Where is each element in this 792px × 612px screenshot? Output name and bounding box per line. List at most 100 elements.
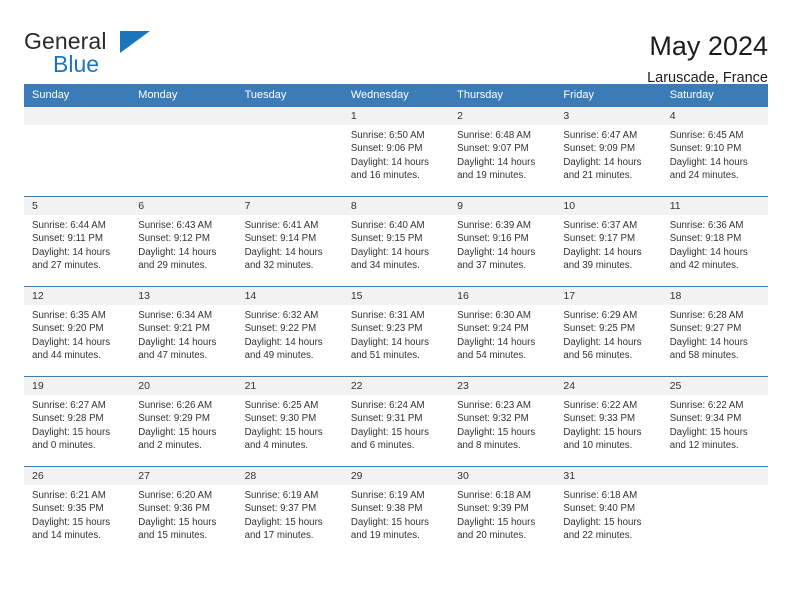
calendar-day-cell-empty	[236, 106, 343, 197]
day-number: 12	[24, 287, 131, 305]
day-details: Sunrise: 6:30 AM Sunset: 9:24 PM Daylight:…	[449, 305, 555, 363]
day-detail-daylight2: and 39 minutes.	[563, 260, 633, 272]
calendar-day-cell[interactable]: 12 Sunrise: 6:35 AM Sunset: 9:20 PM Dayligh…	[24, 286, 131, 377]
day-detail-sunrise: Sunrise: 6:30 AM	[457, 310, 531, 321]
day-detail-sunrise: Sunrise: 6:26 AM	[138, 400, 213, 411]
day-detail-sunset: Sunset: 9:07 PM	[457, 143, 529, 155]
day-details: Sunrise: 6:41 AM Sunset: 9:14 PM Daylight:…	[237, 215, 343, 273]
calendar-day-cell-empty	[661, 466, 768, 557]
day-detail-daylight1: Daylight: 15 hours	[244, 426, 323, 438]
day-number: 8	[342, 197, 450, 215]
day-detail-daylight2: and 47 minutes.	[138, 350, 208, 362]
calendar-day-cell[interactable]: 3 Sunrise: 6:47 AM Sunset: 9:09 PM Daylight…	[555, 106, 662, 197]
day-details: Sunrise: 6:22 AM Sunset: 9:33 PM Daylight:…	[555, 395, 661, 453]
calendar-day-cell[interactable]: 9 Sunrise: 6:39 AM Sunset: 9:16 PM Daylight…	[449, 196, 556, 287]
calendar-week-row: 5 Sunrise: 6:44 AM Sunset: 9:11 PM Daylight…	[24, 196, 768, 287]
day-detail-daylight2: and 15 minutes.	[138, 530, 208, 542]
day-number: 19	[24, 377, 131, 395]
calendar-day-cell[interactable]: 20 Sunrise: 6:26 AM Sunset: 9:29 PM Dayligh…	[130, 376, 237, 467]
day-number: 7	[236, 197, 343, 215]
day-detail-sunrise: Sunrise: 6:50 AM	[350, 130, 425, 141]
calendar-day-cell[interactable]: 22 Sunrise: 6:24 AM Sunset: 9:31 PM Dayligh…	[342, 376, 450, 467]
day-detail-sunrise: Sunrise: 6:39 AM	[457, 220, 531, 231]
calendar-day-cell[interactable]: 15 Sunrise: 6:31 AM Sunset: 9:23 PM Dayligh…	[342, 286, 450, 377]
day-number	[130, 107, 237, 125]
day-detail-daylight1: Daylight: 14 hours	[350, 156, 429, 168]
day-number: 26	[24, 467, 131, 485]
day-detail-daylight2: and 56 minutes.	[563, 350, 633, 362]
day-detail-daylight1: Daylight: 14 hours	[563, 336, 642, 348]
day-detail-sunrise: Sunrise: 6:36 AM	[669, 220, 744, 231]
triangle-flag-icon	[120, 31, 150, 53]
day-detail-sunset: Sunset: 9:06 PM	[350, 143, 423, 155]
calendar-day-cell[interactable]: 21 Sunrise: 6:25 AM Sunset: 9:30 PM Dayligh…	[236, 376, 343, 467]
day-detail-daylight2: and 2 minutes.	[138, 440, 202, 452]
day-detail-daylight2: and 20 minutes.	[457, 530, 527, 542]
day-detail-sunset: Sunset: 9:27 PM	[669, 323, 742, 335]
day-detail-daylight1: Daylight: 15 hours	[138, 516, 217, 528]
day-detail-sunset: Sunset: 9:24 PM	[457, 323, 529, 335]
day-detail-daylight1: Daylight: 15 hours	[138, 426, 217, 438]
day-detail-sunrise: Sunrise: 6:35 AM	[32, 310, 106, 321]
day-detail-sunset: Sunset: 9:39 PM	[457, 503, 529, 515]
calendar-day-cell[interactable]: 10 Sunrise: 6:37 AM Sunset: 9:17 PM Dayligh…	[555, 196, 662, 287]
calendar-day-cell[interactable]: 26 Sunrise: 6:21 AM Sunset: 9:35 PM Dayligh…	[24, 466, 131, 557]
calendar-week-row: 12 Sunrise: 6:35 AM Sunset: 9:20 PM Dayligh…	[24, 286, 768, 377]
day-detail-sunset: Sunset: 9:14 PM	[244, 233, 317, 245]
day-detail-sunrise: Sunrise: 6:24 AM	[350, 400, 425, 411]
calendar-day-cell[interactable]: 13 Sunrise: 6:34 AM Sunset: 9:21 PM Dayligh…	[130, 286, 237, 377]
day-detail-daylight2: and 17 minutes.	[244, 530, 314, 542]
calendar-day-cell[interactable]: 17 Sunrise: 6:29 AM Sunset: 9:25 PM Dayligh…	[555, 286, 662, 377]
day-detail-sunset: Sunset: 9:37 PM	[244, 503, 317, 515]
day-detail-daylight2: and 22 minutes.	[563, 530, 633, 542]
calendar-day-cell[interactable]: 1 Sunrise: 6:50 AM Sunset: 9:06 PM Daylight…	[342, 106, 450, 197]
day-detail-sunrise: Sunrise: 6:44 AM	[32, 220, 106, 231]
calendar-day-cell[interactable]: 7 Sunrise: 6:41 AM Sunset: 9:14 PM Daylight…	[236, 196, 343, 287]
day-details: Sunrise: 6:18 AM Sunset: 9:40 PM Daylight:…	[555, 485, 661, 543]
page-header: General Blue May 2024 Laruscade, France	[24, 0, 768, 86]
calendar-day-cell[interactable]: 23 Sunrise: 6:23 AM Sunset: 9:32 PM Dayligh…	[449, 376, 556, 467]
calendar-day-cell[interactable]: 30 Sunrise: 6:18 AM Sunset: 9:39 PM Dayligh…	[449, 466, 556, 557]
title-block: May 2024 Laruscade, France	[647, 28, 768, 88]
calendar-day-cell[interactable]: 11 Sunrise: 6:36 AM Sunset: 9:18 PM Dayligh…	[661, 196, 768, 287]
day-details: Sunrise: 6:22 AM Sunset: 9:34 PM Daylight:…	[662, 395, 768, 453]
brand-logo[interactable]: General Blue	[24, 28, 154, 80]
day-detail-sunrise: Sunrise: 6:47 AM	[563, 130, 638, 141]
day-number: 2	[449, 107, 556, 125]
day-detail-daylight2: and 12 minutes.	[669, 440, 739, 452]
day-detail-daylight1: Daylight: 15 hours	[563, 426, 642, 438]
day-details: Sunrise: 6:32 AM Sunset: 9:22 PM Daylight:…	[237, 305, 343, 363]
day-detail-sunset: Sunset: 9:21 PM	[138, 323, 210, 335]
day-detail-sunset: Sunset: 9:34 PM	[669, 413, 742, 425]
calendar-day-cell[interactable]: 16 Sunrise: 6:30 AM Sunset: 9:24 PM Dayligh…	[449, 286, 556, 377]
calendar-day-cell[interactable]: 4 Sunrise: 6:45 AM Sunset: 9:10 PM Daylight…	[661, 106, 768, 197]
day-detail-sunrise: Sunrise: 6:29 AM	[563, 310, 638, 321]
day-detail-daylight2: and 37 minutes.	[457, 260, 527, 272]
calendar-day-cell[interactable]: 5 Sunrise: 6:44 AM Sunset: 9:11 PM Daylight…	[24, 196, 131, 287]
calendar-day-cell[interactable]: 14 Sunrise: 6:32 AM Sunset: 9:22 PM Dayligh…	[236, 286, 343, 377]
calendar-day-cell[interactable]: 31 Sunrise: 6:18 AM Sunset: 9:40 PM Dayligh…	[555, 466, 662, 557]
day-detail-sunrise: Sunrise: 6:19 AM	[244, 490, 319, 501]
day-detail-daylight1: Daylight: 15 hours	[457, 516, 536, 528]
calendar-day-cell[interactable]: 28 Sunrise: 6:19 AM Sunset: 9:37 PM Dayligh…	[236, 466, 343, 557]
calendar-day-cell[interactable]: 6 Sunrise: 6:43 AM Sunset: 9:12 PM Daylight…	[130, 196, 237, 287]
calendar-day-cell[interactable]: 27 Sunrise: 6:20 AM Sunset: 9:36 PM Dayligh…	[130, 466, 237, 557]
day-detail-daylight2: and 32 minutes.	[244, 260, 314, 272]
day-detail-daylight1: Daylight: 14 hours	[563, 156, 642, 168]
day-detail-sunrise: Sunrise: 6:40 AM	[350, 220, 425, 231]
day-detail-sunrise: Sunrise: 6:48 AM	[457, 130, 531, 141]
page-subtitle-location: Laruscade, France	[647, 70, 768, 86]
day-detail-daylight1: Daylight: 14 hours	[244, 336, 323, 348]
calendar-day-cell[interactable]: 18 Sunrise: 6:28 AM Sunset: 9:27 PM Dayligh…	[661, 286, 768, 377]
calendar-day-cell[interactable]: 25 Sunrise: 6:22 AM Sunset: 9:34 PM Dayligh…	[661, 376, 768, 467]
day-details: Sunrise: 6:19 AM Sunset: 9:38 PM Daylight:…	[343, 485, 449, 543]
calendar-day-cell[interactable]: 2 Sunrise: 6:48 AM Sunset: 9:07 PM Daylight…	[449, 106, 556, 197]
day-detail-daylight1: Daylight: 14 hours	[457, 156, 536, 168]
calendar-day-cell[interactable]: 24 Sunrise: 6:22 AM Sunset: 9:33 PM Dayligh…	[555, 376, 662, 467]
day-detail-sunrise: Sunrise: 6:25 AM	[244, 400, 319, 411]
calendar-day-cell[interactable]: 8 Sunrise: 6:40 AM Sunset: 9:15 PM Daylight…	[342, 196, 450, 287]
calendar-table: Sunday Monday Tuesday Wednesday Thursday…	[24, 84, 768, 557]
calendar-day-cell[interactable]: 29 Sunrise: 6:19 AM Sunset: 9:38 PM Dayligh…	[342, 466, 450, 557]
day-detail-sunset: Sunset: 9:22 PM	[244, 323, 317, 335]
calendar-day-cell[interactable]: 19 Sunrise: 6:27 AM Sunset: 9:28 PM Dayligh…	[24, 376, 131, 467]
